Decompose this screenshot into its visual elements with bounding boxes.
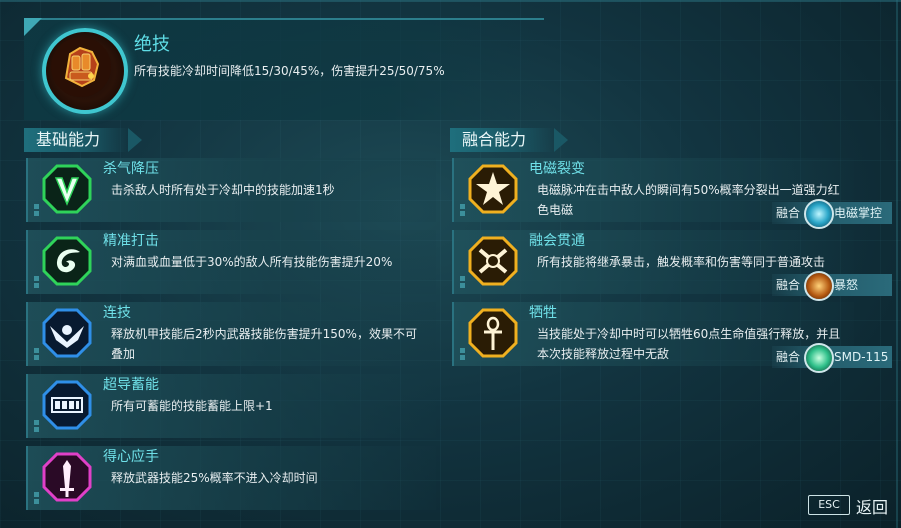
right-frame-line (896, 0, 898, 528)
row-indicator (460, 346, 465, 360)
fusion-tag[interactable]: 融合 暴怒 (772, 271, 892, 301)
ultimate-description: 所有技能冷却时间降低15/30/45%，伤害提升25/50/75% (134, 64, 445, 78)
ability-description: 所有技能将继承暴击，触发概率和伤害等同于普通攻击 (537, 255, 826, 269)
panel-corner (24, 18, 42, 36)
ability-name: 牺牲 (529, 305, 557, 321)
row-indicator (34, 274, 39, 288)
ability-row[interactable]: 杀气降压 击杀敌人时所有处于冷却中的技能加速1秒 (26, 158, 436, 222)
swirl-icon (42, 236, 92, 286)
fusion-partner: 电磁掌控 (834, 206, 883, 220)
ability-row[interactable]: 精准打击 对满血或血量低于30%的敌人所有技能伤害提升20% (26, 230, 436, 294)
ability-row[interactable]: 超导蓄能 所有可蓄能的技能蓄能上限+1 (26, 374, 436, 438)
ability-name: 超导蓄能 (103, 377, 159, 393)
sword-icon (42, 452, 92, 502)
row-indicator (34, 202, 39, 216)
ultimate-title: 绝技 (134, 34, 170, 55)
ability-description: 对满血或血量低于30%的敌人所有技能伤害提升20% (111, 255, 393, 269)
drone-icon (804, 343, 834, 373)
fusion-tag[interactable]: 融合 电磁掌控 (772, 199, 892, 229)
blade-chevron-icon (42, 164, 92, 214)
ankh-icon (468, 308, 518, 358)
fusion-label: 融合 (776, 206, 801, 220)
ability-description: 释放武器技能25%概率不进入冷却时间 (111, 471, 318, 485)
row-indicator (34, 490, 39, 504)
ability-name: 精准打击 (103, 233, 159, 249)
fusion-partner: SMD-115 (834, 350, 889, 364)
ability-row[interactable]: 融会贯通 所有技能将继承暴击，触发概率和伤害等同于普通攻击 融合 暴怒 (452, 230, 892, 301)
fusion-tag[interactable]: 融合 SMD-115 (772, 343, 892, 373)
basic-abilities-heading: 基础能力 (24, 128, 142, 152)
ability-row[interactable]: 连技 释放机甲技能后2秒内武器技能伤害提升150%，效果不可叠加 (26, 302, 436, 366)
ability-description: 击杀敌人时所有处于冷却中的技能加速1秒 (111, 183, 335, 197)
ability-name: 杀气降压 (103, 161, 159, 177)
ability-name: 连技 (103, 305, 131, 321)
fusion-label: 融合 (776, 278, 801, 292)
row-indicator (460, 202, 465, 216)
winged-emblem-icon (42, 308, 92, 358)
back-button[interactable]: 返回 (856, 494, 888, 518)
ability-name: 融会贯通 (529, 233, 585, 249)
ability-name: 得心应手 (103, 449, 159, 465)
armored-fist-icon (42, 28, 128, 114)
crossed-blades-icon (468, 236, 518, 286)
fusion-label: 融合 (776, 350, 801, 364)
rage-mech-icon (804, 271, 834, 301)
top-frame-line (0, 0, 901, 2)
row-indicator (34, 418, 39, 432)
starburst-icon (468, 164, 518, 214)
ability-description: 所有可蓄能的技能蓄能上限+1 (111, 399, 273, 413)
esc-key-hint[interactable]: ESC (808, 495, 850, 515)
ability-row[interactable]: 得心应手 释放武器技能25%概率不进入冷却时间 (26, 446, 436, 510)
row-indicator (460, 274, 465, 288)
fusion-partner: 暴怒 (834, 278, 859, 292)
electro-orb-icon (804, 199, 834, 229)
ability-description: 释放机甲技能后2秒内武器技能伤害提升150%，效果不可叠加 (111, 327, 417, 361)
ability-row[interactable]: 电磁裂变 电磁脉冲在击中敌人的瞬间有50%概率分裂出一道强力红色电磁 融合 电磁… (452, 158, 892, 229)
ability-name: 电磁裂变 (529, 161, 585, 177)
ability-row[interactable]: 牺牲 当技能处于冷却中时可以牺牲60点生命值强行释放，并且本次技能释放过程中无敌… (452, 302, 892, 373)
row-indicator (34, 346, 39, 360)
battery-icon (42, 380, 92, 430)
fusion-abilities-heading: 融合能力 (450, 128, 568, 152)
